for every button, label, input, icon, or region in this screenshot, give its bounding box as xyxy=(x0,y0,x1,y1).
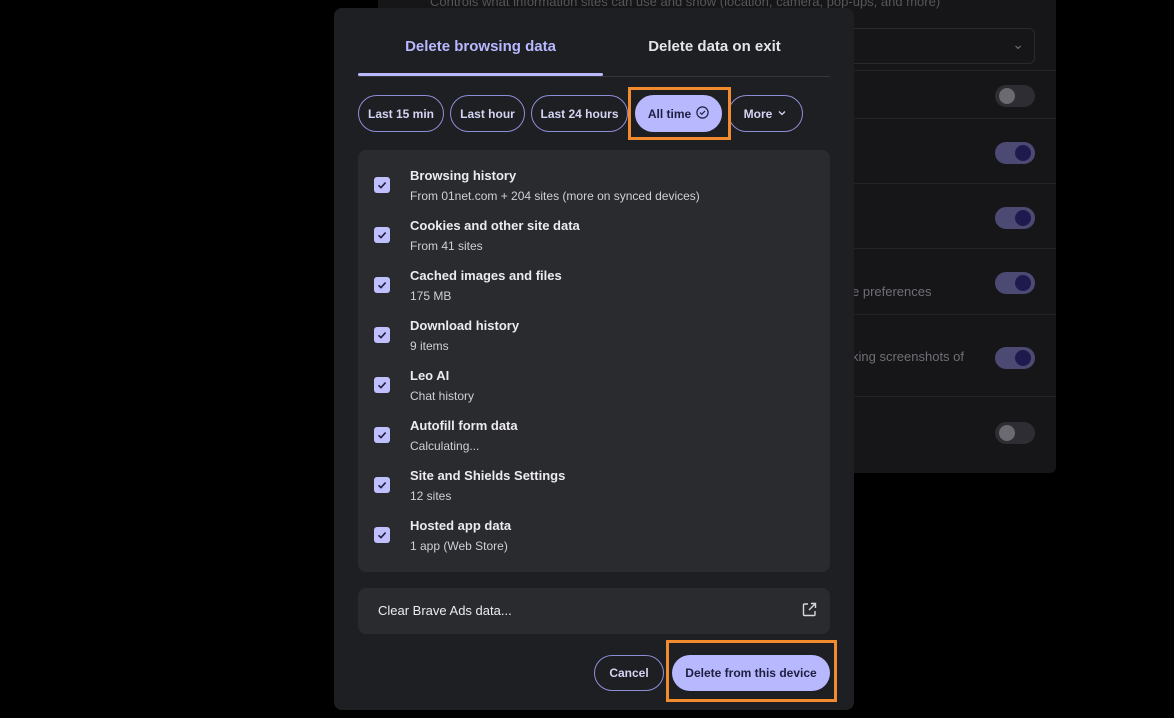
divider xyxy=(853,183,1056,184)
list-item-download-history[interactable]: Download history 9 items xyxy=(358,308,830,358)
chevron-down-icon xyxy=(777,107,787,121)
item-title: Hosted app data xyxy=(410,518,512,533)
settings-toggle-6[interactable] xyxy=(995,422,1035,444)
external-link-icon xyxy=(801,601,818,623)
delete-browsing-data-dialog: Delete browsing data Delete data on exit… xyxy=(334,8,854,710)
checkbox-checked-icon[interactable] xyxy=(374,377,390,393)
item-subtitle: 1 app (Web Store) xyxy=(410,539,508,553)
highlight-box-all-time xyxy=(628,87,731,140)
item-title: Cached images and files xyxy=(410,268,562,283)
list-item-hosted-app-data[interactable]: Hosted app data 1 app (Web Store) xyxy=(358,508,830,558)
item-title: Leo AI xyxy=(410,368,450,383)
item-subtitle: 175 MB xyxy=(410,289,452,303)
settings-toggle-1[interactable] xyxy=(995,85,1035,107)
time-range-last-hour[interactable]: Last hour xyxy=(450,95,525,132)
list-item-browsing-history[interactable]: Browsing history From 01net.com + 204 si… xyxy=(358,158,830,208)
time-range-last-15-min[interactable]: Last 15 min xyxy=(358,95,444,132)
item-title: Site and Shields Settings xyxy=(410,468,566,483)
tab-delete-data-on-exit[interactable]: Delete data on exit xyxy=(592,38,837,55)
list-item-site-shields-settings[interactable]: Site and Shields Settings 12 sites xyxy=(358,458,830,508)
settings-toggle-4[interactable] xyxy=(995,272,1035,294)
divider xyxy=(853,314,1056,315)
cancel-button[interactable]: Cancel xyxy=(594,655,664,691)
divider xyxy=(853,248,1056,249)
checkbox-checked-icon[interactable] xyxy=(374,477,390,493)
item-title: Download history xyxy=(410,318,520,333)
checkbox-checked-icon[interactable] xyxy=(374,427,390,443)
active-tab-indicator xyxy=(358,73,603,76)
item-subtitle: 9 items xyxy=(410,339,449,353)
settings-toggle-3[interactable] xyxy=(995,207,1035,229)
checkbox-checked-icon[interactable] xyxy=(374,527,390,543)
chevron-down-icon: ⌄ xyxy=(1012,36,1024,52)
checkbox-checked-icon[interactable] xyxy=(374,177,390,193)
list-item-autofill[interactable]: Autofill form data Calculating... xyxy=(358,408,830,458)
item-title: Cookies and other site data xyxy=(410,218,580,233)
checkbox-checked-icon[interactable] xyxy=(374,327,390,343)
divider xyxy=(853,396,1056,397)
tab-divider xyxy=(358,76,830,77)
item-title: Autofill form data xyxy=(410,418,518,433)
item-subtitle: Calculating... xyxy=(410,439,480,453)
divider xyxy=(853,118,1056,119)
item-subtitle: From 41 sites xyxy=(410,239,483,253)
time-range-more[interactable]: More xyxy=(728,95,803,132)
item-title: Browsing history xyxy=(410,168,517,183)
settings-toggle-2[interactable] xyxy=(995,142,1035,164)
item-subtitle: Chat history xyxy=(410,389,475,403)
list-item-leo-ai[interactable]: Leo AI Chat history xyxy=(358,358,830,408)
settings-row-text: king screenshots of xyxy=(852,349,965,364)
data-type-list: Browsing history From 01net.com + 204 si… xyxy=(358,150,830,572)
list-item-cookies[interactable]: Cookies and other site data From 41 site… xyxy=(358,208,830,258)
item-subtitle: 12 sites xyxy=(410,489,452,503)
checkbox-checked-icon[interactable] xyxy=(374,277,390,293)
settings-dropdown[interactable]: ⌄ xyxy=(840,28,1035,64)
checkbox-checked-icon[interactable] xyxy=(374,227,390,243)
clear-brave-ads-label: Clear Brave Ads data... xyxy=(378,603,512,618)
time-range-last-24-hours[interactable]: Last 24 hours xyxy=(531,95,628,132)
clear-brave-ads-row[interactable]: Clear Brave Ads data... xyxy=(358,588,830,634)
list-item-cached-images[interactable]: Cached images and files 175 MB xyxy=(358,258,830,308)
highlight-box-delete-button xyxy=(666,640,837,702)
divider xyxy=(853,70,1056,71)
settings-toggle-5[interactable] xyxy=(995,347,1035,369)
item-subtitle: From 01net.com + 204 sites (more on sync… xyxy=(410,189,700,203)
tab-delete-browsing-data[interactable]: Delete browsing data xyxy=(358,38,603,55)
settings-row-text: e preferences xyxy=(852,284,932,299)
